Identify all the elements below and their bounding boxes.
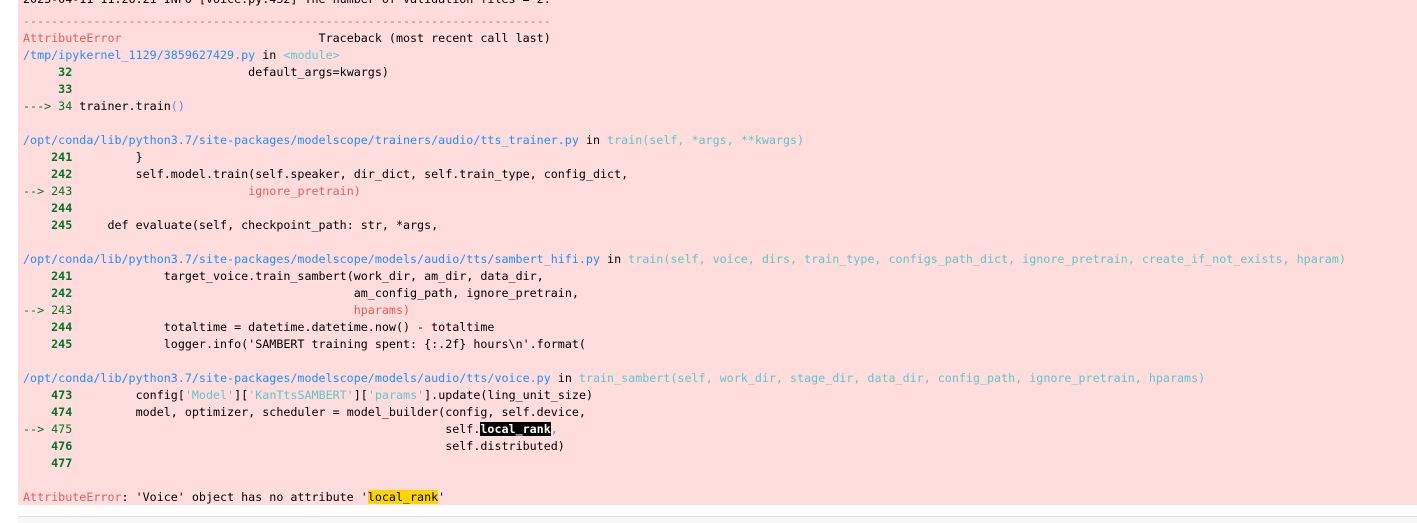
line-number: 244	[23, 320, 73, 334]
highlighted-search-match: local_rank	[367, 490, 439, 504]
traceback-separator: ----------------------------------------…	[23, 14, 551, 28]
line-number: 245	[23, 337, 73, 351]
current-line-arrow: --> 475	[23, 422, 73, 436]
line-number: 476	[23, 439, 73, 453]
code-line: 32 default_args=kwargs)	[23, 65, 389, 79]
current-code-line: --> 475 self.local_rank,	[23, 422, 558, 436]
current-line-arrow: ---> 34	[23, 99, 73, 113]
error-output-area: 2023-04-11 11:26:21 INFO [voice.py:432] …	[18, 0, 1417, 505]
line-number: 33	[23, 82, 73, 96]
code-line: 474 model, optimizer, scheduler = model_…	[23, 405, 586, 419]
code-line: 241 }	[23, 150, 143, 164]
code-line: 242 am_config_path, ignore_pretrain,	[23, 286, 579, 300]
error-type: AttributeError	[23, 490, 122, 504]
current-code-line: ---> 34 trainer.train()	[23, 99, 185, 113]
line-number: 241	[23, 150, 73, 164]
current-code-line: --> 243 hparams)	[23, 303, 411, 317]
code-line: 477	[23, 455, 72, 472]
file-path: /opt/conda/lib/python3.7/site-packages/m…	[23, 133, 579, 147]
error-type: AttributeError	[23, 31, 122, 45]
traceback-header: AttributeError Traceback (most recent ca…	[23, 30, 551, 47]
file-path: /opt/conda/lib/python3.7/site-packages/m…	[23, 252, 600, 266]
line-number: 242	[23, 286, 73, 300]
line-number: 477	[23, 456, 73, 470]
frame-header: /opt/conda/lib/python3.7/site-packages/m…	[23, 133, 805, 147]
function-name: <module>	[283, 48, 340, 62]
code-line: 33	[23, 81, 72, 98]
log-line: 2023-04-11 11:26:21 INFO [voice.py:432] …	[23, 0, 551, 8]
current-line-arrow: --> 243	[23, 303, 73, 317]
line-number: 242	[23, 167, 73, 181]
frame-header: /tmp/ipykernel_1129/3859627429.py in <mo…	[23, 48, 340, 62]
code-line: 244 totaltime = datetime.datetime.now() …	[23, 320, 495, 334]
line-number: 241	[23, 269, 73, 283]
code-line: 473 config['Model']['KanTtsSAMBERT']['pa…	[23, 388, 594, 402]
frame-header: /opt/conda/lib/python3.7/site-packages/m…	[23, 252, 1346, 266]
line-number: 245	[23, 218, 73, 232]
code-line: 476 self.distributed)	[23, 439, 565, 453]
highlighted-attribute: local_rank	[480, 422, 551, 436]
file-path: /tmp/ipykernel_1129/3859627429.py	[23, 48, 256, 62]
function-name: train(self, voice, dirs, train_type, con…	[628, 252, 1346, 266]
frame-header: /opt/conda/lib/python3.7/site-packages/m…	[23, 371, 1206, 385]
code-line: 245 logger.info('SAMBERT training spent:…	[23, 337, 586, 351]
code-line: 245 def evaluate(self, checkpoint_path: …	[23, 218, 439, 232]
line-number: 244	[23, 201, 73, 215]
current-line-arrow: --> 243	[23, 184, 73, 198]
file-path: /opt/conda/lib/python3.7/site-packages/m…	[23, 371, 551, 385]
function-name: train_sambert(self, work_dir, stage_dir,…	[578, 371, 1206, 385]
code-line: 244	[23, 200, 72, 217]
traceback-label: Traceback (most recent call last)	[318, 31, 551, 45]
line-number: 32	[23, 65, 73, 79]
current-code-line: --> 243 ignore_pretrain)	[23, 184, 361, 198]
function-name: train(self, *args, **kwargs)	[607, 133, 805, 147]
code-line: 241 target_voice.train_sambert(work_dir,…	[23, 269, 544, 283]
line-number: 474	[23, 405, 73, 419]
error-message: AttributeError: 'Voice' object has no at…	[23, 490, 446, 504]
line-number: 473	[23, 388, 73, 402]
code-line: 242 self.model.train(self.speaker, dir_d…	[23, 167, 629, 181]
